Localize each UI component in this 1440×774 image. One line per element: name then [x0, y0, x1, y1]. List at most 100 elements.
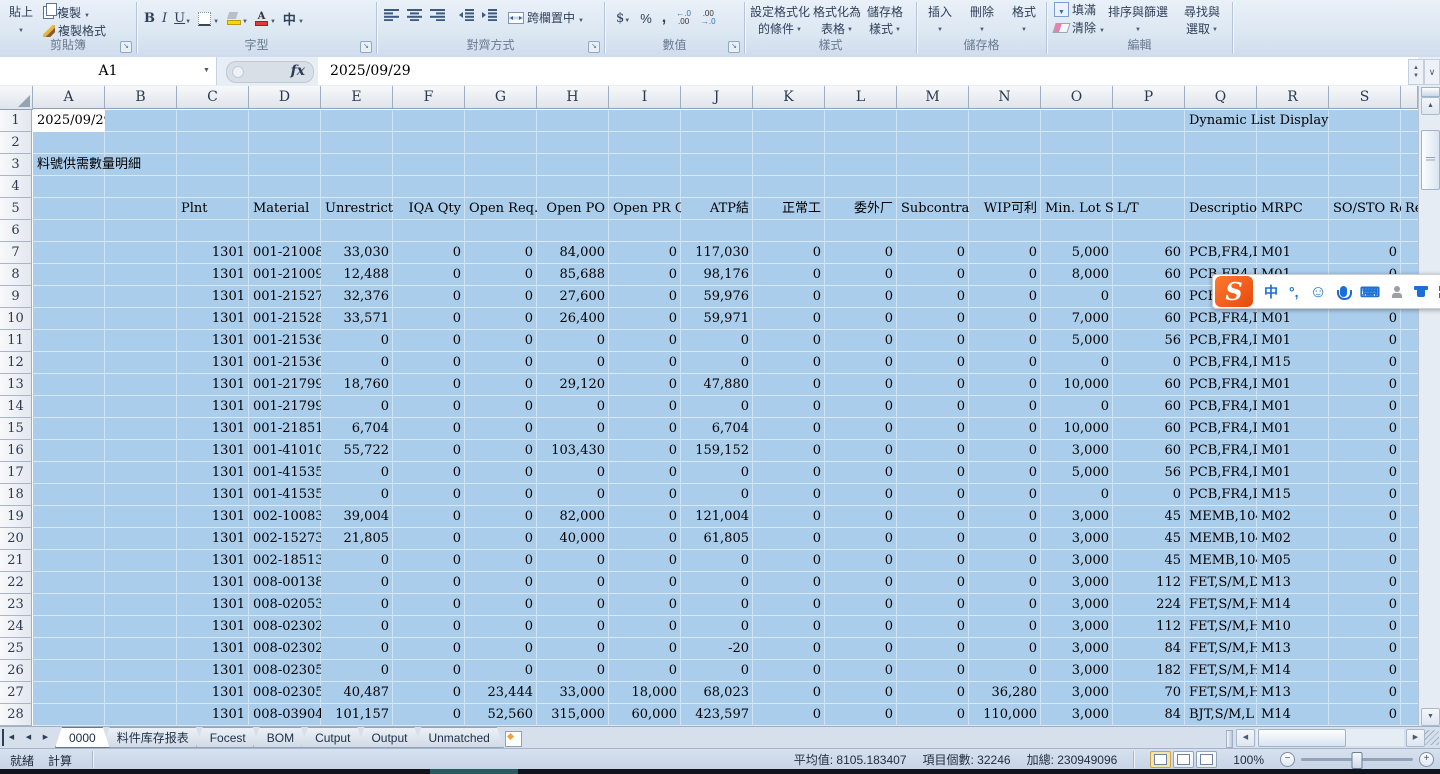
- find-select-button[interactable]: 尋找與 選取: [1181, 4, 1223, 38]
- sogou-logo-icon[interactable]: S: [1215, 276, 1253, 307]
- cell-N18[interactable]: 0: [969, 484, 1041, 506]
- cell-I21[interactable]: 0: [609, 550, 681, 572]
- cell-O25[interactable]: 3,000: [1041, 638, 1113, 660]
- cell-J28[interactable]: 423,597: [681, 704, 753, 726]
- cell-J15[interactable]: 6,704: [681, 418, 753, 440]
- tab-splitter-handle[interactable]: [1226, 730, 1233, 748]
- cell-I22[interactable]: 0: [609, 572, 681, 594]
- sheet-tab-Cutput[interactable]: Cutput: [301, 727, 364, 748]
- paste-button[interactable]: 貼上: [6, 2, 36, 36]
- cell-Q28[interactable]: BJT,S/M,L: [1185, 704, 1257, 726]
- cell-D10[interactable]: 001-21528: [249, 308, 321, 330]
- cell-H20[interactable]: 40,000: [537, 528, 609, 550]
- copy-button[interactable]: 複製: [40, 3, 93, 22]
- cell-L14[interactable]: 0: [825, 396, 897, 418]
- italic-button[interactable]: I: [162, 11, 167, 26]
- cell-P22[interactable]: 112: [1113, 572, 1185, 594]
- cell-Q7[interactable]: PCB,FR4,L: [1185, 242, 1257, 264]
- insert-function-button[interactable]: fx: [291, 63, 305, 79]
- cell-I19[interactable]: 0: [609, 506, 681, 528]
- cell-F10[interactable]: 0: [393, 308, 465, 330]
- formula-input[interactable]: 2025/09/29: [318, 57, 1418, 85]
- cell-I10[interactable]: 0: [609, 308, 681, 330]
- cell-G14[interactable]: 0: [465, 396, 537, 418]
- cell-I23[interactable]: 0: [609, 594, 681, 616]
- row-header-6[interactable]: 6: [0, 220, 32, 242]
- cell-R15[interactable]: M01: [1257, 418, 1329, 440]
- cell-F25[interactable]: 0: [393, 638, 465, 660]
- cell-N10[interactable]: 0: [969, 308, 1041, 330]
- cell-F8[interactable]: 0: [393, 264, 465, 286]
- cell-P26[interactable]: 182: [1113, 660, 1185, 682]
- cell-S19[interactable]: 0: [1329, 506, 1401, 528]
- cell-F9[interactable]: 0: [393, 286, 465, 308]
- cell-H15[interactable]: 0: [537, 418, 609, 440]
- cell-L12[interactable]: 0: [825, 352, 897, 374]
- cell-S21[interactable]: 0: [1329, 550, 1401, 572]
- horizontal-scrollbar[interactable]: [1256, 729, 1404, 746]
- cell-P20[interactable]: 45: [1113, 528, 1185, 550]
- cell-P25[interactable]: 84: [1113, 638, 1185, 660]
- cell-L25[interactable]: 0: [825, 638, 897, 660]
- cell-R10[interactable]: M01: [1257, 308, 1329, 330]
- cell-S23[interactable]: 0: [1329, 594, 1401, 616]
- cell-Q5[interactable]: Description: [1185, 198, 1257, 220]
- row-header-19[interactable]: 19: [0, 506, 32, 528]
- cell-Q22[interactable]: FET,S/M,D: [1185, 572, 1257, 594]
- cell-S16[interactable]: 0: [1329, 440, 1401, 462]
- cell-L18[interactable]: 0: [825, 484, 897, 506]
- alignment-dialog-launcher[interactable]: ↘: [588, 41, 600, 53]
- row-header-9[interactable]: 9: [0, 286, 32, 308]
- cell-E23[interactable]: 0: [321, 594, 393, 616]
- bold-button[interactable]: B: [144, 11, 155, 26]
- row-header-2[interactable]: 2: [0, 132, 32, 154]
- cell-S28[interactable]: 0: [1329, 704, 1401, 726]
- cell-G16[interactable]: 0: [465, 440, 537, 462]
- cell-C27[interactable]: 1301: [177, 682, 249, 704]
- cell-F14[interactable]: 0: [393, 396, 465, 418]
- cell-O28[interactable]: 3,000: [1041, 704, 1113, 726]
- cell-M27[interactable]: 0: [897, 682, 969, 704]
- cell-E26[interactable]: 0: [321, 660, 393, 682]
- cell-Q16[interactable]: PCB,FR4,L: [1185, 440, 1257, 462]
- cell-O10[interactable]: 7,000: [1041, 308, 1113, 330]
- cell-I14[interactable]: 0: [609, 396, 681, 418]
- cell-N21[interactable]: 0: [969, 550, 1041, 572]
- cell-N19[interactable]: 0: [969, 506, 1041, 528]
- cell-K14[interactable]: 0: [753, 396, 825, 418]
- cell-D17[interactable]: 001-41535: [249, 462, 321, 484]
- cell-F27[interactable]: 0: [393, 682, 465, 704]
- cell-K11[interactable]: 0: [753, 330, 825, 352]
- cell-P15[interactable]: 60: [1113, 418, 1185, 440]
- cell-P28[interactable]: 84: [1113, 704, 1185, 726]
- cell-J5[interactable]: ATP結: [681, 198, 753, 220]
- cell-H23[interactable]: 0: [537, 594, 609, 616]
- cell-K13[interactable]: 0: [753, 374, 825, 396]
- cell-H18[interactable]: 0: [537, 484, 609, 506]
- column-header-P[interactable]: P: [1113, 86, 1185, 109]
- name-box-dropdown-icon[interactable]: ▼: [203, 67, 210, 74]
- cell-N13[interactable]: 0: [969, 374, 1041, 396]
- cell-F5[interactable]: IQA Qty: [393, 198, 465, 220]
- cell-Q17[interactable]: PCB,FR4,L: [1185, 462, 1257, 484]
- cell-H12[interactable]: 0: [537, 352, 609, 374]
- cell-H7[interactable]: 84,000: [537, 242, 609, 264]
- scroll-up-icon[interactable]: ▲: [1421, 97, 1440, 115]
- cell-Q27[interactable]: FET,S/M,H: [1185, 682, 1257, 704]
- cell-M22[interactable]: 0: [897, 572, 969, 594]
- cell-G23[interactable]: 0: [465, 594, 537, 616]
- ime-toolbar[interactable]: S 中 °, ☺ ⌨: [1212, 274, 1440, 309]
- cell-A1[interactable]: 2025/09/29: [33, 110, 105, 132]
- cell-F16[interactable]: 0: [393, 440, 465, 462]
- cell-P8[interactable]: 60: [1113, 264, 1185, 286]
- cell-O17[interactable]: 5,000: [1041, 462, 1113, 484]
- cell-K9[interactable]: 0: [753, 286, 825, 308]
- cell-L11[interactable]: 0: [825, 330, 897, 352]
- cell-F24[interactable]: 0: [393, 616, 465, 638]
- row-header-11[interactable]: 11: [0, 330, 32, 352]
- cell-N9[interactable]: 0: [969, 286, 1041, 308]
- row-header-13[interactable]: 13: [0, 374, 32, 396]
- cell-R16[interactable]: M01: [1257, 440, 1329, 462]
- cell-K15[interactable]: 0: [753, 418, 825, 440]
- insert-worksheet-button[interactable]: [505, 731, 522, 747]
